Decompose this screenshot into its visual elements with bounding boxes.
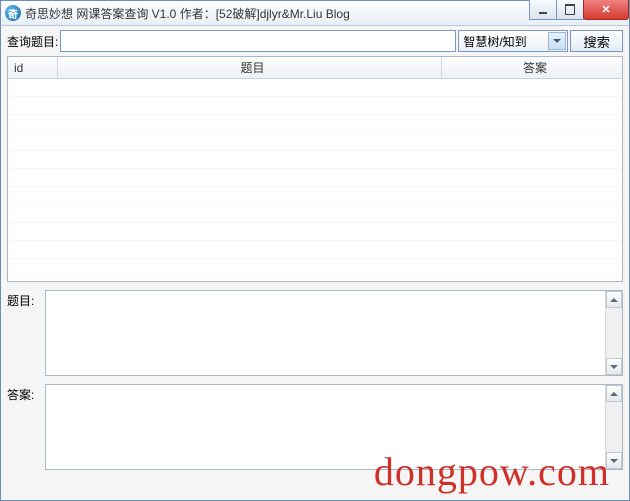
answer-textarea[interactable] — [45, 384, 623, 470]
close-button[interactable] — [583, 0, 629, 20]
column-answer[interactable]: 答案 — [442, 57, 622, 78]
scroll-up-icon[interactable] — [606, 385, 622, 402]
scroll-up-icon[interactable] — [606, 291, 622, 308]
source-dropdown[interactable]: 智慧树/知到 — [458, 30, 568, 52]
minimize-button[interactable] — [529, 0, 557, 20]
table-header: id 题目 答案 — [8, 57, 622, 79]
search-input[interactable] — [60, 30, 456, 52]
question-detail: 题目: — [7, 290, 623, 376]
search-label: 查询题目: — [7, 33, 58, 50]
column-question[interactable]: 题目 — [58, 57, 442, 78]
maximize-button[interactable] — [556, 0, 584, 20]
window-title: 奇思妙想 网课答案查询 V1.0 作者：[52破解]djlyr&Mr.Liu B… — [25, 5, 530, 22]
content-area: 查询题目: 智慧树/知到 搜索 id 题目 答案 题目: 答案: — [0, 26, 630, 501]
question-textarea[interactable] — [45, 290, 623, 376]
answer-detail: 答案: — [7, 384, 623, 470]
search-row: 查询题目: 智慧树/知到 搜索 — [7, 30, 623, 52]
chevron-down-icon — [548, 32, 566, 50]
column-id[interactable]: id — [8, 57, 58, 78]
dropdown-selected: 智慧树/知到 — [463, 33, 526, 50]
search-button[interactable]: 搜索 — [570, 30, 623, 52]
table-body[interactable] — [8, 79, 622, 282]
answer-label: 答案: — [7, 384, 41, 470]
scrollbar[interactable] — [605, 385, 622, 469]
results-table: id 题目 答案 — [7, 56, 623, 282]
titlebar: 奇 奇思妙想 网课答案查询 V1.0 作者：[52破解]djlyr&Mr.Liu… — [0, 0, 630, 26]
window-controls — [530, 0, 629, 20]
app-icon: 奇 — [5, 5, 21, 21]
question-label: 题目: — [7, 290, 41, 376]
scroll-down-icon[interactable] — [606, 358, 622, 375]
scrollbar[interactable] — [605, 291, 622, 375]
scroll-down-icon[interactable] — [606, 452, 622, 469]
